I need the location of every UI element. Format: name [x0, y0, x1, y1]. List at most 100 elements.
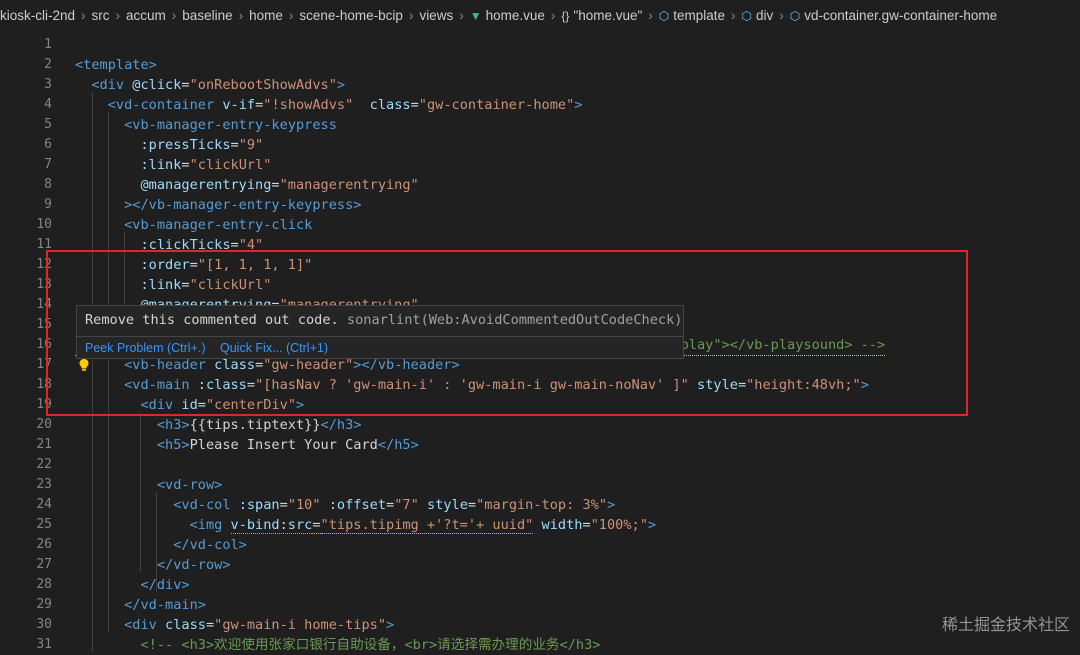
code-line[interactable]: 3 <div @click="onRebootShowAdvs"> [0, 75, 1080, 95]
code-token: > [386, 617, 395, 633]
line-number: 27 [36, 557, 52, 572]
code-line[interactable]: 20 <h3>{{tips.tiptext}}</h3> [0, 415, 1080, 435]
breadcrumb-label: src [91, 8, 110, 23]
code-token: = [197, 397, 206, 413]
breadcrumb-item[interactable]: ⬡ vd-container.gw-container-home [790, 0, 997, 32]
lightbulb-icon[interactable] [77, 357, 91, 371]
quick-fix-link[interactable]: Quick Fix... (Ctrl+1) [220, 337, 328, 359]
problem-source: sonarlint(Web:AvoidCommentedOutCodeCheck… [346, 312, 683, 328]
chevron-right-icon: › [288, 8, 294, 23]
code-token: <template> [75, 57, 157, 73]
code-token: </h5> [377, 437, 419, 453]
breadcrumb-label: home.vue [485, 8, 545, 23]
line-number: 5 [44, 117, 52, 132]
code-token: id [181, 397, 198, 413]
code-line[interactable]: 18 <vd-main :class="[hasNav ? 'gw-main-i… [0, 375, 1080, 395]
code-line[interactable]: 24 <vd-col :span="10" :offset="7" style=… [0, 495, 1080, 515]
code-line[interactable]: 13 :link="clickUrl" [0, 275, 1080, 295]
code-line[interactable]: 12 :order="[1, 1, 1, 1]" [0, 255, 1080, 275]
code-text: </vd-col> [75, 535, 247, 555]
breadcrumb-item[interactable]: ⬡ div [742, 0, 774, 32]
indent-guide [108, 112, 109, 632]
code-line[interactable]: 7 :link="clickUrl" [0, 155, 1080, 175]
breadcrumb-label: vd-container.gw-container-home [804, 8, 998, 23]
code-token: = [737, 377, 747, 393]
breadcrumb-item[interactable]: kiosk-cli-2nd [0, 0, 75, 32]
code-text: <div @click="onRebootShowAdvs"> [75, 75, 345, 95]
code-line[interactable]: 28 </div> [0, 575, 1080, 595]
vue-icon: ▼ [469, 9, 482, 23]
code-line[interactable]: 5 <vb-manager-entry-keypress [0, 115, 1080, 135]
code-token: ></vb-manager-entry-keypress> [75, 197, 362, 213]
line-number: 3 [44, 77, 52, 92]
code-token: = [181, 157, 190, 173]
code-line[interactable]: 19 <div id="centerDiv"> [0, 395, 1080, 415]
code-text: <vb-manager-entry-click [75, 215, 312, 235]
line-number: 31 [36, 637, 52, 652]
code-line[interactable]: 25 <img v-bind:src="tips.tipimg +'?t='+ … [0, 515, 1080, 535]
indent-guide [140, 412, 141, 572]
code-token: = [181, 277, 190, 293]
line-number: 21 [36, 437, 52, 452]
code-line[interactable]: 29 </vd-main> [0, 595, 1080, 615]
code-token: "onRebootShowAdvs" [189, 77, 337, 93]
code-token: :pressTicks [75, 137, 231, 153]
breadcrumb-label: scene-home-bcip [299, 8, 403, 23]
code-line[interactable]: 21 <h5>Please Insert Your Card</h5> [0, 435, 1080, 455]
code-line[interactable]: 9 ></vb-manager-entry-keypress> [0, 195, 1080, 215]
breadcrumb-item[interactable]: views [419, 0, 453, 32]
code-line[interactable]: 22 [0, 455, 1080, 475]
code-token: "4" [238, 237, 264, 253]
breadcrumb-label: views [419, 8, 454, 23]
breadcrumb-item[interactable]: {} "home.vue" [561, 0, 642, 32]
line-number: 24 [36, 497, 52, 512]
line-number: 30 [36, 617, 52, 632]
code-line[interactable]: 4 <vd-container v-if="!showAdvs" class="… [0, 95, 1080, 115]
code-line[interactable]: 30 <div class="gw-main-i home-tips"> [0, 615, 1080, 635]
line-number: 9 [44, 197, 52, 212]
code-token: </vd-main> [75, 597, 206, 613]
code-token: > [860, 377, 869, 393]
breadcrumb-item[interactable]: home [249, 0, 283, 32]
code-text: <vd-main :class="[hasNav ? 'gw-main-i' :… [75, 375, 869, 395]
code-token: "[hasNav ? 'gw-main-i' : 'gw-main-i gw-m… [255, 377, 689, 393]
chevron-right-icon: › [550, 8, 556, 23]
code-line[interactable]: 10 <vb-manager-entry-click [0, 215, 1080, 235]
code-text: :clickTicks="4" [75, 235, 263, 255]
code-line[interactable]: 27 </vd-row> [0, 555, 1080, 575]
code-token: = [386, 497, 395, 513]
line-number: 1 [44, 37, 52, 52]
breadcrumb-item[interactable]: src [92, 0, 110, 32]
code-line[interactable]: 6 :pressTicks="9" [0, 135, 1080, 155]
code-line[interactable]: 1 [0, 35, 1080, 55]
code-text: <!-- <h3>欢迎使用张家口银行自助设备，<br>请选择需办理的业务</h3… [75, 635, 600, 655]
breadcrumb-item[interactable]: ⬡ template [659, 0, 725, 32]
code-line[interactable]: 23 <vd-row> [0, 475, 1080, 495]
code-token: "gw-container-home" [418, 97, 575, 113]
code-text: <img v-bind:src="tips.tipimg +'?t='+ uui… [75, 515, 656, 535]
code-token: :class [197, 377, 247, 393]
breadcrumb-item[interactable]: accum [126, 0, 166, 32]
code-line[interactable]: 2 <template> [0, 55, 1080, 75]
line-number: 13 [36, 277, 52, 292]
code-token: = [410, 97, 419, 113]
code-token: "100%;" [590, 517, 648, 533]
code-line[interactable]: 8 @managerentrying="managerentrying" [0, 175, 1080, 195]
code-token: = [230, 137, 239, 153]
code-token: :offset [328, 497, 387, 513]
line-number: 22 [36, 457, 52, 472]
chevron-right-icon: › [731, 8, 736, 23]
code-token: <vb-manager-entry-keypress [75, 117, 337, 133]
code-token: @click [132, 77, 182, 93]
breadcrumb-item[interactable]: baseline [182, 0, 232, 32]
code-editor[interactable]: 1 2 <template> 3 <div @click="onRebootShowA… [0, 32, 1080, 653]
peek-problem-link[interactable]: Peek Problem (Ctrl+.) [85, 337, 206, 359]
code-line[interactable]: 11 :clickTicks="4" [0, 235, 1080, 255]
breadcrumb-item[interactable]: ▼ home.vue [470, 0, 545, 32]
chevron-right-icon: › [408, 8, 414, 23]
code-line[interactable]: 26 </vd-col> [0, 535, 1080, 555]
code-line[interactable]: 31 <!-- <h3>欢迎使用张家口银行自助设备，<br>请选择需办理的业务<… [0, 635, 1080, 655]
breadcrumb-item[interactable]: scene-home-bcip [299, 0, 403, 32]
